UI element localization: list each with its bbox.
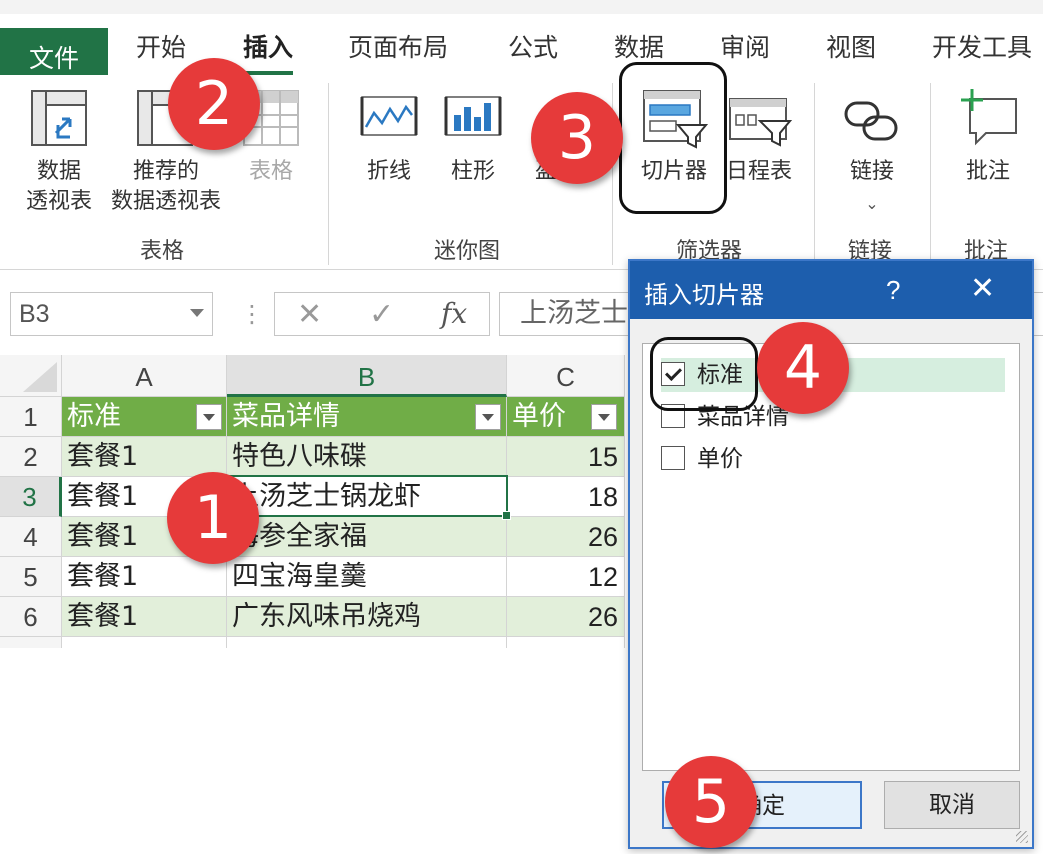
link-label: 链接	[849, 159, 894, 184]
table-cell[interactable]: 上汤芝士锅龙虾	[227, 477, 507, 517]
table-cell[interactable]: 海参全家福	[227, 517, 507, 557]
table-cell[interactable]: 12	[507, 557, 625, 597]
tab-review[interactable]: 审阅	[720, 28, 770, 64]
tab-developer[interactable]: 开发工具	[932, 28, 1032, 64]
step-1-callout: 1	[167, 472, 259, 564]
chevron-down-icon[interactable]	[190, 309, 204, 317]
table-cell[interactable]	[62, 637, 227, 648]
column-sparkline-icon	[444, 96, 502, 136]
new-comment-icon	[961, 89, 1017, 146]
row-header-1[interactable]: 1	[0, 397, 62, 437]
column-header-b[interactable]: B	[227, 355, 507, 397]
tab-home[interactable]: 开始	[136, 28, 186, 64]
checkbox-icon[interactable]	[661, 445, 685, 470]
step-5-callout: 5	[665, 756, 757, 848]
sparkline-column-button[interactable]: 柱形	[442, 89, 504, 189]
name-box-value: B3	[19, 300, 50, 328]
recommended-pivot-label-1: 推荐的	[132, 159, 199, 184]
ribbon-separator	[328, 83, 329, 265]
filter-dropdown-icon[interactable]	[591, 404, 617, 430]
step-2-callout: 2	[168, 58, 260, 150]
row-header-2[interactable]: 2	[0, 437, 62, 477]
table-cell[interactable]: 四宝海皇羹	[227, 557, 507, 597]
table-cell[interactable]: 特色八味碟	[227, 437, 507, 477]
field-highlight-box	[650, 337, 758, 411]
resize-grip-icon[interactable]	[1016, 831, 1028, 843]
table-cell[interactable]	[227, 637, 507, 648]
sparkline-line-button[interactable]: 折线	[358, 89, 420, 189]
link-button[interactable]: 链接 ⌄	[836, 89, 908, 215]
row-header-partial[interactable]	[0, 637, 62, 648]
column-header-c[interactable]: C	[507, 355, 625, 397]
ribbon: 数据 透视表 推荐的 数据透视表 表格 表格 折线 柱形 迷你图 切片器 日程表…	[0, 75, 1043, 270]
field-label: 单价	[697, 446, 743, 472]
ribbon-separator	[814, 83, 815, 265]
header-label: 标准	[67, 401, 121, 432]
tab-formulas[interactable]: 公式	[508, 28, 558, 64]
cancel-button[interactable]: 取消	[884, 781, 1020, 829]
table-label: 表格	[248, 159, 293, 184]
step-4-callout: 4	[757, 322, 849, 414]
table-cell[interactable]: 广东风味吊烧鸡	[227, 597, 507, 637]
table-cell[interactable]: 套餐1	[62, 597, 227, 637]
table-header-cell[interactable]: 单价	[507, 397, 625, 437]
tab-page-layout[interactable]: 页面布局	[348, 28, 448, 64]
close-button[interactable]: ✕	[970, 271, 995, 306]
row-header-5[interactable]: 5	[0, 557, 62, 597]
timeline-icon	[729, 98, 793, 147]
enter-check-icon[interactable]: ✓	[369, 297, 394, 332]
timeline-label: 日程表	[725, 159, 792, 184]
row-header-3[interactable]: 3	[0, 477, 62, 517]
chevron-down-icon: ⌄	[865, 194, 879, 213]
dialog-title-bar[interactable]: 插入切片器 ? ✕	[630, 261, 1032, 319]
name-box[interactable]: B3	[10, 292, 213, 336]
ribbon-separator	[930, 83, 931, 265]
sparkline-line-label: 折线	[366, 159, 411, 184]
table-cell[interactable]: 18	[507, 477, 625, 517]
pivot-table-icon	[31, 90, 87, 146]
filter-dropdown-icon[interactable]	[196, 404, 222, 430]
select-all-button[interactable]	[0, 355, 62, 397]
tab-data[interactable]: 数据	[614, 28, 664, 64]
pivot-table-label-2: 透视表	[25, 189, 92, 214]
filter-dropdown-icon[interactable]	[475, 404, 501, 430]
table-cell[interactable]	[507, 637, 625, 648]
step-3-callout: 3	[531, 92, 623, 184]
pivot-table-label-1: 数据	[36, 159, 81, 184]
formula-bar-grip-icon[interactable]: ⋮	[240, 300, 264, 328]
field-option[interactable]: 单价	[661, 442, 743, 476]
comment-button[interactable]: 批注	[952, 89, 1024, 189]
table-cell[interactable]: 26	[507, 597, 625, 637]
table-cell[interactable]: 套餐1	[62, 437, 227, 477]
comment-label: 批注	[965, 159, 1010, 184]
insert-function-button[interactable]: fx	[441, 297, 467, 330]
group-tables-label: 表格	[140, 239, 185, 264]
sparkline-column-label: 柱形	[450, 159, 495, 184]
help-button[interactable]: ?	[886, 275, 900, 306]
table-header-cell[interactable]: 菜品详情	[227, 397, 507, 437]
link-icon	[844, 101, 898, 141]
dialog-title: 插入切片器	[644, 281, 764, 309]
header-label: 单价	[512, 401, 566, 432]
column-header-a[interactable]: A	[62, 355, 227, 397]
tab-insert[interactable]: 插入	[243, 28, 294, 75]
header-label: 菜品详情	[232, 401, 340, 432]
group-sparklines-label: 迷你图	[434, 239, 501, 264]
pivot-table-button[interactable]: 数据 透视表	[22, 89, 96, 219]
table-cell[interactable]: 26	[507, 517, 625, 557]
row-header-4[interactable]: 4	[0, 517, 62, 557]
ribbon-tab-bar: 文件 开始 插入 页面布局 公式 数据 审阅 视图 开发工具	[0, 0, 1043, 89]
table-header-cell[interactable]: 标准	[62, 397, 227, 437]
slicer-highlight-box	[619, 62, 727, 214]
tab-view[interactable]: 视图	[826, 28, 876, 64]
row-header-6[interactable]: 6	[0, 597, 62, 637]
table-cell[interactable]: 套餐1	[62, 557, 227, 597]
recommended-pivot-label-2: 数据透视表	[110, 189, 221, 214]
timeline-button[interactable]: 日程表	[722, 89, 796, 189]
cancel-icon[interactable]: ✕	[297, 297, 322, 332]
line-sparkline-icon	[360, 96, 418, 136]
formula-buttons: ✕ ✓ fx	[274, 292, 490, 336]
table-cell[interactable]: 15	[507, 437, 625, 477]
